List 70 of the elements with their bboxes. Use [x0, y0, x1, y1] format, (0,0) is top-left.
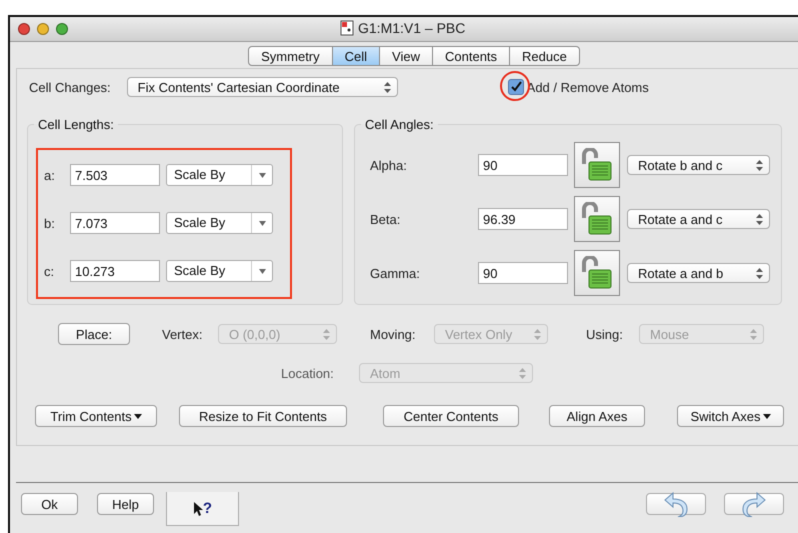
updown-arrows-icon	[323, 328, 330, 340]
input-field[interactable]: 10.273	[70, 260, 160, 282]
action-button[interactable]: Resize to Fit Contents	[179, 405, 347, 427]
input-field[interactable]: 96.39	[478, 208, 568, 230]
updown-arrows-icon	[756, 268, 763, 278]
field-label: Vertex:	[162, 326, 204, 342]
group-title: Cell Angles:	[364, 117, 435, 132]
dropdown[interactable]: Scale By	[166, 212, 273, 234]
open-lock-icon	[580, 202, 614, 236]
input-field[interactable]: 90	[478, 154, 568, 176]
field-label: Moving:	[370, 326, 417, 342]
curved-arrow-icon	[741, 491, 767, 517]
updown-arrows-icon	[750, 328, 757, 340]
updown-arrows-icon	[534, 328, 541, 340]
input-field[interactable]: 7.503	[70, 164, 160, 186]
action-button[interactable]: Center Contents	[383, 405, 519, 427]
dropdown[interactable]: Fix Contents' Cartesian Coordinate	[126, 77, 398, 97]
dropdown[interactable]: Rotate b and c	[627, 155, 770, 175]
field-label: Cell Changes:	[29, 80, 111, 94]
tab[interactable]: View	[380, 46, 433, 66]
group-title: Cell Lengths:	[37, 117, 115, 132]
lock-button[interactable]	[574, 142, 620, 188]
open-lock-icon	[580, 256, 614, 290]
window-title: G1:M1:V1 – PBC	[358, 20, 466, 36]
input-field[interactable]: 90	[478, 262, 568, 284]
field-label: Using:	[586, 326, 624, 342]
field-label: c:	[44, 264, 56, 278]
caret-icon	[258, 220, 266, 226]
field-label: b:	[44, 216, 56, 230]
field-label: Alpha:	[370, 158, 408, 172]
tab[interactable]: Reduce	[510, 46, 580, 66]
field-label: a:	[44, 168, 56, 182]
action-button[interactable]: Switch Axes	[677, 405, 784, 427]
open-lock-icon	[580, 148, 614, 182]
field-label: Beta:	[370, 212, 402, 226]
caret-icon	[762, 414, 771, 418]
lock-button[interactable]	[574, 250, 620, 296]
action-button[interactable]: Trim Contents	[35, 405, 157, 427]
curved-arrow-icon	[663, 491, 689, 517]
field-label: Location:	[281, 366, 335, 380]
tab[interactable]: Symmetry	[248, 46, 333, 66]
ok-button[interactable]: Ok	[21, 493, 78, 515]
help-button[interactable]: Help	[97, 493, 154, 515]
checkbox[interactable]	[508, 79, 524, 95]
updown-arrows-icon	[384, 82, 391, 92]
action-button[interactable]: Align Axes	[549, 405, 645, 427]
lock-button[interactable]	[574, 196, 620, 242]
document-icon	[340, 20, 354, 36]
place-button[interactable]: Place:	[58, 323, 130, 345]
close-icon[interactable]	[18, 23, 30, 35]
dropdown[interactable]: Scale By	[166, 164, 273, 186]
dropdown[interactable]: Rotate a and b	[627, 263, 770, 283]
updown-arrows-icon	[756, 160, 763, 170]
tab[interactable]: Contents	[433, 46, 510, 66]
zoom-icon[interactable]	[56, 23, 68, 35]
updown-arrows-icon	[519, 368, 526, 378]
context-help-button[interactable]: ?	[166, 492, 239, 526]
updown-arrows-icon	[756, 214, 763, 224]
field-label: Gamma:	[370, 266, 421, 280]
caret-icon	[258, 268, 266, 274]
dropdown[interactable]: Scale By	[166, 260, 273, 282]
cursor-icon	[192, 500, 203, 516]
undo-button[interactable]	[646, 493, 706, 515]
caret-icon	[258, 172, 266, 178]
caret-icon	[134, 414, 142, 418]
minimize-icon[interactable]	[37, 23, 49, 35]
input-field[interactable]: 7.073	[70, 212, 160, 234]
tab[interactable]: Cell	[332, 46, 380, 66]
dropdown[interactable]: Rotate a and c	[627, 209, 770, 229]
redo-button[interactable]	[724, 493, 784, 515]
